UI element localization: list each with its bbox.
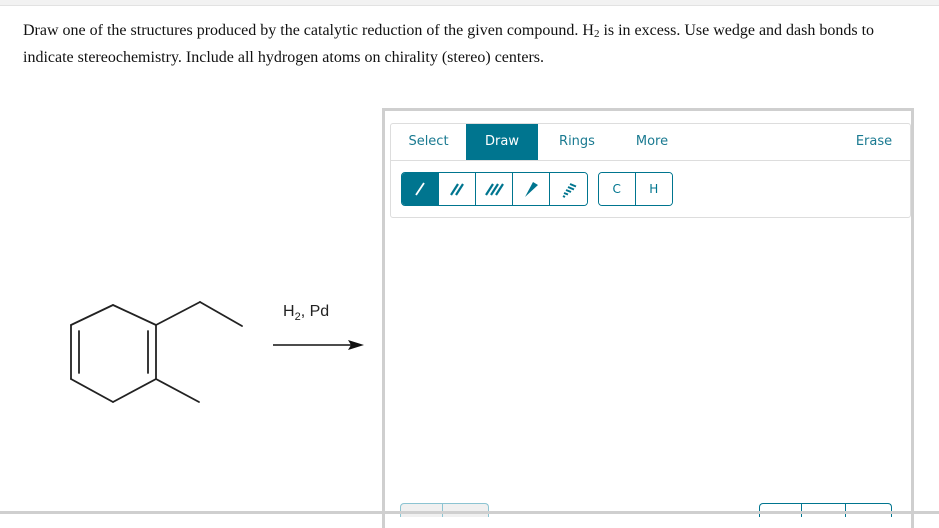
editor-tabs: Select Draw Rings More Erase [391,124,910,161]
top-bar [0,0,939,6]
bond [70,304,114,326]
carbon-atom-button[interactable]: C [599,173,636,205]
methyl-bond [155,378,200,403]
bond [112,378,157,403]
reaction-scheme: H2, Pd [0,280,380,420]
hydrogen-atom-button[interactable]: H [635,173,672,205]
single-bond-icon [415,182,425,196]
bond-tools-group [401,172,588,206]
wedge-bond-icon [525,182,538,197]
tab-more[interactable]: More [616,124,688,160]
bond [70,378,114,403]
tab-erase[interactable]: Erase [841,124,907,160]
double-bond-button[interactable] [439,173,476,205]
double-bond-icon [450,183,464,196]
bond [112,304,157,326]
reagent-label: H2, Pd [283,303,329,323]
tab-rings[interactable]: Rings [538,124,616,160]
question-text: Draw one of the structures produced by t… [23,18,923,71]
bottom-tool-group-left[interactable] [400,503,489,517]
triple-bond-button[interactable] [476,173,513,205]
ethyl-bond [155,301,201,326]
editor-toolbar-panel: Select Draw Rings More Erase C H [390,123,911,218]
tab-select[interactable]: Select [391,124,466,160]
tab-draw[interactable]: Draw [466,124,538,160]
triple-bond-icon [485,183,504,196]
bottom-tool-group-right[interactable] [759,503,892,517]
single-bond-button[interactable] [402,173,439,205]
starting-material-structure: H2, Pd [70,301,364,403]
dash-bond-button[interactable] [550,173,587,205]
ethyl-bond [199,301,243,327]
dash-bond-icon [562,183,576,198]
question-subscript: 2 [593,28,600,40]
question-part1: Draw one of the structures produced by t… [23,22,594,39]
wedge-bond-button[interactable] [513,173,550,205]
atom-tools-group: C H [598,172,673,206]
